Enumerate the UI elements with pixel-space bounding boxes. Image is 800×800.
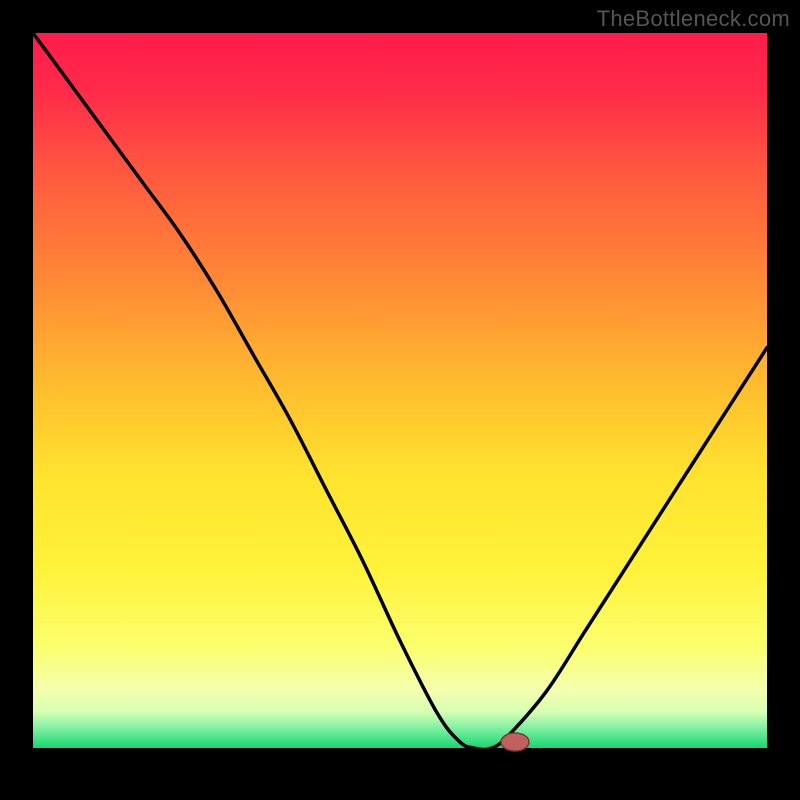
highlight-marker [501,733,529,751]
chart-svg [0,0,800,800]
watermark-label: TheBottleneck.com [597,6,790,32]
chart-canvas: TheBottleneck.com [0,0,800,800]
